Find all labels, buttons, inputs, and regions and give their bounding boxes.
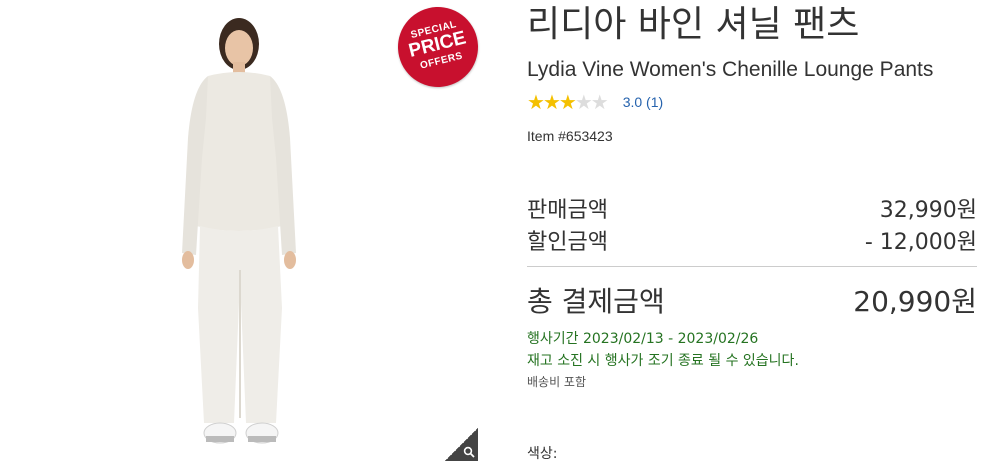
- promo-period: 행사기간 2023/02/13 - 2023/02/26: [527, 331, 759, 347]
- special-price-badge: SPECIAL PRICE OFFERS: [389, 0, 487, 96]
- zoom-magnifier-icon: [463, 446, 475, 458]
- zoom-button[interactable]: [445, 428, 478, 461]
- product-photo[interactable]: [170, 8, 310, 456]
- price-label: 할인금액: [527, 230, 608, 255]
- product-image-area: SPECIAL PRICE OFFERS: [0, 0, 487, 470]
- star-filled-icon: ★: [527, 90, 545, 114]
- product-title-english: Lydia Vine Women's Chenille Lounge Pants: [527, 58, 934, 81]
- color-option-label: 색상:: [527, 446, 558, 462]
- price-row-discount: 할인금액 - 12,000원: [527, 224, 977, 256]
- price-label: 판매금액: [527, 198, 608, 223]
- product-info: 리디아 바인 셔닐 팬츠 Lydia Vine Women's Chenille…: [527, 0, 977, 470]
- star-filled-icon: ★: [558, 90, 577, 114]
- rating-stars[interactable]: ★ ★ ★ ★ ★: [527, 90, 609, 114]
- product-page: SPECIAL PRICE OFFERS 리디아 바인 셔닐 팬츠 Lydia …: [0, 0, 1006, 470]
- product-title-korean: 리디아 바인 셔닐 팬츠: [527, 4, 860, 45]
- price-value: 32,990원: [879, 198, 977, 223]
- total-value: 20,990원: [853, 285, 977, 318]
- price-row-total: 총 결제금액 20,990원: [527, 280, 977, 320]
- product-rating: ★ ★ ★ ★ ★ 3.0 (1): [527, 92, 663, 112]
- shipping-info: 배송비 포함: [527, 375, 587, 389]
- price-divider: [527, 266, 977, 267]
- star-filled-icon: ★: [542, 90, 561, 114]
- total-label: 총 결제금액: [527, 285, 665, 318]
- star-empty-icon: ★: [590, 90, 609, 114]
- star-empty-icon: ★: [574, 90, 593, 114]
- item-number: Item #653423: [527, 128, 613, 144]
- rating-count-link[interactable]: 3.0 (1): [623, 94, 663, 110]
- price-value: - 12,000원: [864, 230, 977, 255]
- price-row-sale: 판매금액 32,990원: [527, 192, 977, 224]
- promo-note: 재고 소진 시 행사가 조기 종료 될 수 있습니다.: [527, 353, 799, 369]
